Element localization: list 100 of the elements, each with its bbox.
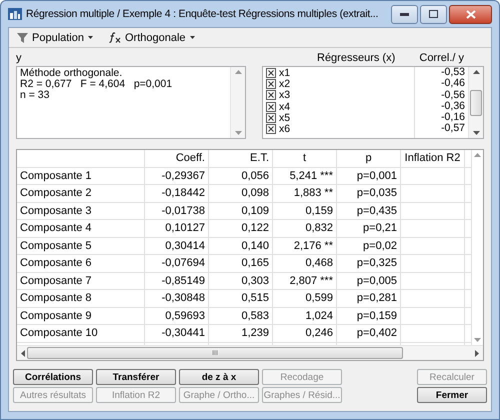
minimize-button[interactable] <box>391 4 418 24</box>
caret-icon <box>190 36 195 39</box>
regressors-label: Régresseurs (x) <box>316 51 396 66</box>
checkbox[interactable] <box>266 78 276 89</box>
table-cell: p=0,325 <box>337 255 401 272</box>
scroll-thumb[interactable] <box>470 90 482 116</box>
regressor-name: x2 <box>279 78 290 90</box>
table-cell: p=0,159 <box>337 308 401 325</box>
table-cell: p=0,02 <box>337 238 401 255</box>
table-cell: 0,10127 <box>145 220 209 238</box>
regressor-name: x1 <box>279 67 290 79</box>
scroll-left-icon[interactable] <box>21 350 25 356</box>
checkbox[interactable] <box>266 68 276 78</box>
table-cell: -0,85149 <box>145 272 209 290</box>
scroll-down-icon[interactable] <box>472 131 480 135</box>
table-cell: 0,599 <box>273 290 337 308</box>
toolbar-menu[interactable]: Orthogonale <box>109 32 195 44</box>
regressor-name: x4 <box>279 100 290 113</box>
window-title: Régression multiple / Exemple 4 : Enquête-test Régressions multiples (extrait... <box>26 8 380 20</box>
table-cell: 0,056 <box>209 168 273 185</box>
table-cell: Composante 10 <box>17 325 145 342</box>
filter-icon <box>17 32 28 42</box>
table-cell: p=0,035 <box>337 185 401 202</box>
checkbox[interactable] <box>266 90 276 100</box>
regressor-name: x5 <box>279 112 290 124</box>
result-line: R2 = 0,677 F = 4,604 p=0,001 <box>20 79 174 90</box>
caret-icon <box>88 36 93 39</box>
table-cell: Composante 6 <box>17 255 145 272</box>
app-icon <box>8 8 22 20</box>
table-cell: -0,29367 <box>145 168 209 185</box>
table-cell <box>401 202 465 220</box>
checkbox[interactable] <box>266 102 276 112</box>
regressors-list[interactable]: x1 x2 x3 x4 x5 x6 -0,53 -0,46 -0,56 -0,36 -0,16 -0,57 <box>262 66 484 139</box>
table-cell: 0,246 <box>273 325 337 342</box>
table-cell: Composante 2 <box>17 185 145 202</box>
correlation-label: Correl./ y <box>419 51 465 66</box>
function-icon <box>109 32 121 43</box>
checkbox[interactable] <box>266 112 276 123</box>
close-icon <box>466 10 476 18</box>
table-cell: 2,176 ** <box>273 238 337 255</box>
regressor-name: x3 <box>279 89 290 102</box>
table-cell: 0,303 <box>209 272 273 290</box>
minimize-icon <box>400 12 409 16</box>
table-cell <box>401 290 465 308</box>
maximize-icon <box>429 10 438 18</box>
maximize-button[interactable] <box>420 4 447 24</box>
column-header[interactable]: E.T. <box>209 150 273 168</box>
table-cell: 2,807 *** <box>273 272 337 290</box>
table-cell: p=0,21 <box>337 220 401 238</box>
table-cell <box>401 220 465 238</box>
scroll-up-icon[interactable] <box>474 153 481 157</box>
table-cell <box>401 308 465 325</box>
action-button[interactable]: Corrélations <box>13 369 93 385</box>
table-cell: p=0,005 <box>337 272 401 290</box>
table-cell: -0,30848 <box>145 290 209 308</box>
action-button[interactable]: Transférer <box>96 369 176 385</box>
table-cell: 1,024 <box>273 308 337 325</box>
table-cell <box>401 255 465 272</box>
table-cell <box>401 238 465 255</box>
table-cell: Composante 7 <box>17 272 145 290</box>
action-button[interactable]: de z à x <box>179 369 259 385</box>
scroll-right-icon[interactable] <box>475 350 479 356</box>
correlation-value: -0,36 <box>440 100 465 112</box>
table-cell: 0,122 <box>209 220 273 238</box>
correlation-value: -0,57 <box>440 123 465 135</box>
table-cell <box>401 272 465 290</box>
table-cell: Composante 9 <box>17 308 145 325</box>
table-cell: 0,832 <box>273 220 337 238</box>
correlation-value: -0,56 <box>440 90 465 101</box>
column-header[interactable]: t <box>273 150 337 168</box>
scroll-down-icon[interactable] <box>474 338 481 342</box>
table-cell: 0,140 <box>209 238 273 255</box>
table-cell: 0,109 <box>209 202 273 220</box>
close-button[interactable] <box>449 4 492 24</box>
table-cell <box>401 168 465 185</box>
table-cell: -0,18442 <box>145 185 209 202</box>
table-cell: 0,515 <box>209 290 273 308</box>
table-cell: -0,30441 <box>145 325 209 342</box>
correlation-value: -0,46 <box>440 78 465 90</box>
table-cell: Composante 1 <box>17 168 145 185</box>
table-cell: Composante 5 <box>17 238 145 255</box>
table-cell: 0,30414 <box>145 238 209 255</box>
toolbar-menu[interactable]: Population <box>17 32 93 44</box>
checkbox[interactable] <box>266 124 276 134</box>
scroll-up-icon[interactable] <box>472 70 480 74</box>
table-cell: p=0,402 <box>337 325 401 342</box>
table-cell: -0,01738 <box>145 202 209 220</box>
table-cell: 0,583 <box>209 308 273 325</box>
column-header[interactable]: Inflation R2 <box>401 150 465 168</box>
table-cell: 5,241 *** <box>273 168 337 185</box>
correlation-value: -0,16 <box>440 112 465 124</box>
table-cell: p=0,281 <box>337 290 401 308</box>
table-cell: 0,468 <box>273 255 337 272</box>
column-header[interactable]: Coeff. <box>145 150 209 168</box>
table-cell: 0,098 <box>209 185 273 202</box>
table-cell: Composante 8 <box>17 290 145 308</box>
table-cell: -0,07694 <box>145 255 209 272</box>
action-button[interactable]: Fermer <box>417 387 487 403</box>
regressor-name: x6 <box>279 123 290 136</box>
column-header[interactable]: p <box>337 150 401 168</box>
